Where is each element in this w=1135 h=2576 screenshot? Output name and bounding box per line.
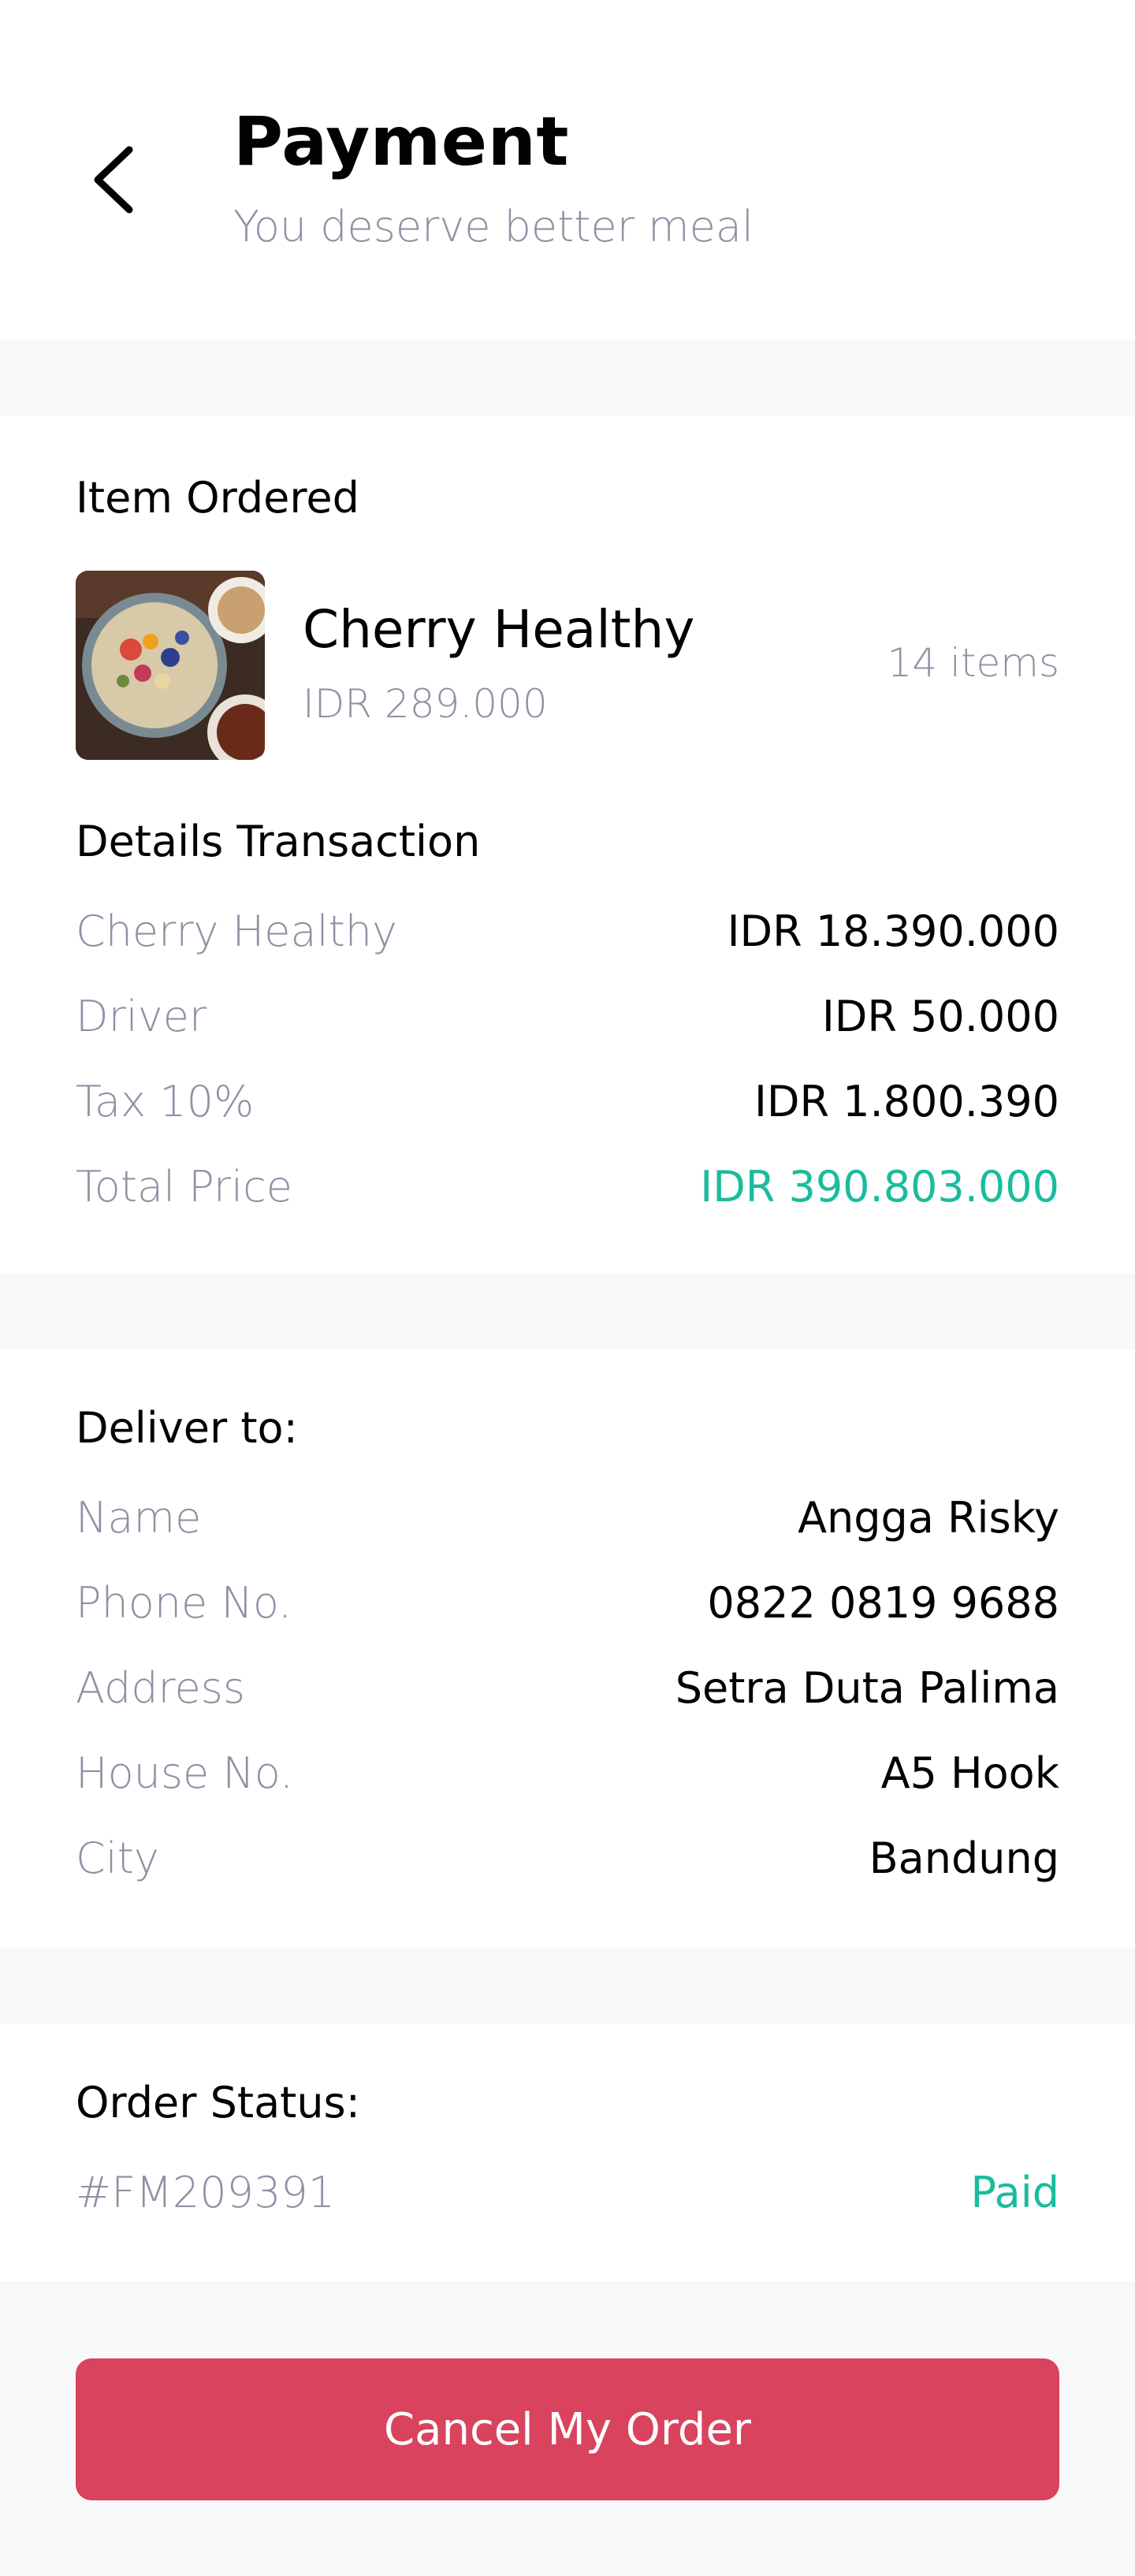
transaction-row-value: IDR 18.390.000 <box>727 906 1059 956</box>
deliver-row-value: 0822 0819 9688 <box>707 1578 1059 1628</box>
deliver-row-value: Setra Duta Palima <box>675 1663 1059 1713</box>
transaction-row-value: IDR 1.800.390 <box>754 1077 1059 1126</box>
deliver-row-label: House No. <box>76 1748 294 1798</box>
deliver-row-label: Address <box>76 1663 246 1713</box>
cancel-order-button[interactable]: Cancel My Order <box>76 2358 1059 2500</box>
transaction-row-label: Driver <box>76 992 207 1041</box>
item-price: IDR 289.000 <box>303 681 548 727</box>
deliver-row-value: A5 Hook <box>880 1748 1059 1798</box>
status-badge: Paid <box>970 2168 1059 2217</box>
back-button[interactable] <box>76 126 151 233</box>
transaction-row-label: Tax 10% <box>76 1077 255 1126</box>
item-ordered-card: Item Ordered Cherry Healthy IDR 289.000 … <box>0 416 1135 1274</box>
header: Payment You deserve better meal <box>0 0 1135 341</box>
order-status-title: Order Status: <box>76 2078 360 2127</box>
deliver-row-label: Name <box>76 1493 202 1543</box>
deliver-to-card: Deliver to: Name Angga Risky Phone No. 0… <box>0 1349 1135 1949</box>
page-subtitle: You deserve better meal <box>233 202 754 251</box>
deliver-row-label: City <box>76 1833 159 1883</box>
total-price-value: IDR 390.803.000 <box>700 1162 1059 1212</box>
order-id: #FM209391 <box>76 2168 336 2217</box>
deliver-to-title: Deliver to: <box>76 1403 298 1453</box>
deliver-row-value: Bandung <box>869 1833 1059 1883</box>
order-status-card: Order Status: #FM209391 Paid <box>0 2024 1135 2281</box>
transaction-row-value: IDR 50.000 <box>821 992 1059 1041</box>
food-bowl-image <box>76 571 265 760</box>
transaction-row-label: Cherry Healthy <box>76 906 397 956</box>
details-transaction-title: Details Transaction <box>76 817 481 866</box>
deliver-row-value: Angga Risky <box>798 1493 1059 1543</box>
item-ordered-title: Item Ordered <box>76 473 359 523</box>
item-count: 14 items <box>887 640 1059 686</box>
total-price-label: Total Price <box>76 1162 293 1212</box>
chevron-left-icon <box>94 146 133 214</box>
item-name: Cherry Healthy <box>303 599 695 660</box>
page-title: Payment <box>233 102 569 181</box>
deliver-row-label: Phone No. <box>76 1578 292 1628</box>
